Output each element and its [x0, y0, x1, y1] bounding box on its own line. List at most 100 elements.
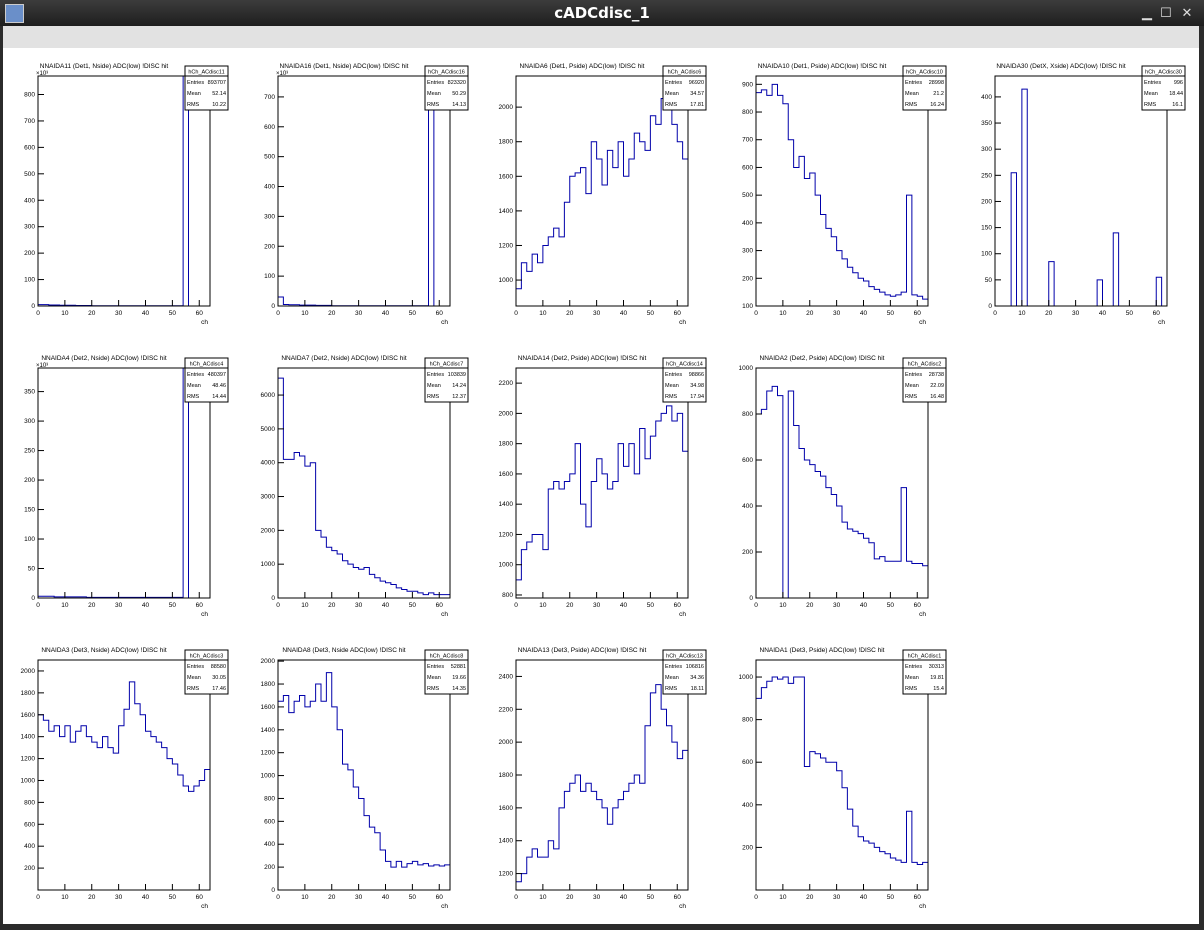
y-tick-label: 1600: [261, 704, 276, 711]
histogram-title: NNAIDA14 (Det2, Pside) ADC(low) !DISC hi…: [518, 355, 647, 362]
y-tick-label: 200: [742, 844, 753, 851]
stats-label: Mean: [187, 91, 201, 97]
x-axis-label: ch: [201, 903, 208, 910]
x-tick-label: 50: [887, 602, 895, 609]
y-tick-label: 1000: [739, 674, 754, 681]
y-tick-label: 0: [271, 887, 275, 894]
y-tick-label: 1800: [499, 772, 514, 779]
y-tick-label: 1600: [21, 712, 36, 719]
histogram-title: NNAIDA2 (Det2, Pside) ADC(low) !DISC hit: [760, 355, 885, 362]
x-tick-label: 20: [806, 602, 814, 609]
stats-label: RMS: [1144, 102, 1157, 108]
histogram-pad: NNAIDA4 (Det2, Nside) ADC(low) !DISC hit…: [24, 355, 229, 618]
y-tick-label: 200: [24, 250, 35, 257]
stats-value: 18.11: [691, 686, 704, 692]
plot-frame: [755, 367, 929, 599]
stats-label: Entries: [427, 372, 444, 378]
stats-label: Mean: [187, 383, 201, 389]
y-tick-label: 800: [742, 717, 753, 724]
x-tick-label: 10: [61, 894, 69, 901]
x-tick-label: 60: [436, 602, 444, 609]
stats-value: 88580: [211, 664, 226, 670]
stats-name: hCh_ACdisc3: [190, 654, 224, 660]
histogram-line: [37, 75, 210, 307]
maximize-button[interactable]: ☐: [1157, 4, 1175, 22]
y-tick-label: 200: [742, 275, 753, 282]
x-tick-label: 0: [514, 602, 518, 609]
stats-label: RMS: [905, 102, 918, 108]
y-tick-label: 800: [24, 92, 35, 99]
y-tick-label: 5000: [261, 426, 276, 433]
stats-value: 34.57: [690, 91, 704, 97]
y-tick-label: 800: [742, 411, 753, 418]
y-tick-label: 700: [264, 94, 275, 101]
x-tick-label: 40: [860, 602, 868, 609]
stats-label: Entries: [665, 372, 682, 378]
y-tick-label: 1400: [499, 838, 514, 845]
x-tick-label: 0: [36, 894, 40, 901]
stats-label: Mean: [665, 383, 679, 389]
x-tick-label: 0: [514, 310, 518, 317]
histogram-line: [37, 681, 211, 890]
histogram-line: [277, 377, 451, 598]
y-tick-label: 600: [24, 821, 35, 828]
x-tick-label: 30: [115, 894, 123, 901]
stats-label: RMS: [427, 394, 440, 400]
stats-value: 50.29: [452, 91, 466, 97]
x-tick-label: 40: [382, 894, 390, 901]
x-tick-label: 30: [355, 894, 363, 901]
stats-label: Mean: [905, 675, 919, 681]
x-tick-label: 40: [620, 894, 628, 901]
stats-label: Entries: [665, 664, 682, 670]
x-tick-label: 10: [779, 602, 787, 609]
histogram-title: NNAIDA16 (Det1, Nside) ADC(low) !DISC hi…: [280, 63, 409, 70]
stats-value: 17.81: [690, 102, 704, 108]
plot-frame: [37, 659, 211, 891]
y-tick-label: 250: [981, 172, 992, 179]
y-tick-label: 1800: [261, 681, 276, 688]
y-tick-label: 150: [981, 225, 992, 232]
histogram-title: NNAIDA7 (Det2, Nside) ADC(low) !DISC hit: [281, 355, 407, 362]
histogram-title: NNAIDA1 (Det3, Pside) ADC(low) !DISC hit: [760, 647, 885, 654]
plot-frame: [277, 659, 451, 891]
minimize-button[interactable]: ▁: [1138, 4, 1156, 22]
y-tick-label: 1000: [21, 777, 36, 784]
x-axis-label: ch: [679, 611, 686, 618]
stats-label: Entries: [187, 664, 204, 670]
close-button[interactable]: ✕: [1178, 4, 1196, 22]
stats-label: RMS: [665, 102, 678, 108]
y-tick-label: 100: [24, 536, 35, 543]
plot-frame: [277, 367, 451, 599]
y-tick-label: 2000: [499, 410, 514, 417]
stats-label: RMS: [905, 686, 918, 692]
y-tick-label: 50: [985, 277, 993, 284]
y-tick-label: 2000: [261, 527, 276, 534]
x-tick-label: 20: [566, 602, 574, 609]
stats-value: 16.1: [1172, 102, 1183, 108]
root-canvas[interactable]: NNAIDA11 (Det1, Nside) ADC(low) !DISC hi…: [3, 48, 1199, 924]
stats-label: Entries: [905, 80, 922, 86]
y-tick-label: 1200: [499, 531, 514, 538]
stats-value: 34.98: [690, 383, 704, 389]
y-tick-label: 6000: [261, 392, 276, 399]
histogram-title: NNAIDA30 (DetX, Xside) ADC(low) !DISC hi…: [996, 63, 1126, 70]
y-tick-label: 0: [31, 595, 35, 602]
y-tick-label: 600: [742, 759, 753, 766]
stats-value: 15.4: [933, 686, 944, 692]
x-tick-label: 30: [833, 602, 841, 609]
x-tick-label: 40: [382, 310, 390, 317]
x-tick-label: 60: [196, 310, 204, 317]
x-tick-label: 60: [1153, 310, 1161, 317]
y-tick-label: 2200: [499, 706, 514, 713]
x-tick-label: 60: [436, 310, 444, 317]
stats-label: Mean: [427, 675, 441, 681]
histogram-pad: NNAIDA7 (Det2, Nside) ADC(low) !DISC hit…: [261, 355, 469, 618]
x-tick-label: 20: [1045, 310, 1053, 317]
stats-value: 52.14: [212, 91, 226, 97]
x-axis-label: ch: [919, 319, 926, 326]
x-tick-label: 30: [1072, 310, 1080, 317]
stats-label: Entries: [187, 372, 204, 378]
histogram-grid: NNAIDA11 (Det1, Nside) ADC(low) !DISC hi…: [21, 63, 1186, 910]
x-axis-label: ch: [201, 611, 208, 618]
y-tick-label: 700: [24, 118, 35, 125]
